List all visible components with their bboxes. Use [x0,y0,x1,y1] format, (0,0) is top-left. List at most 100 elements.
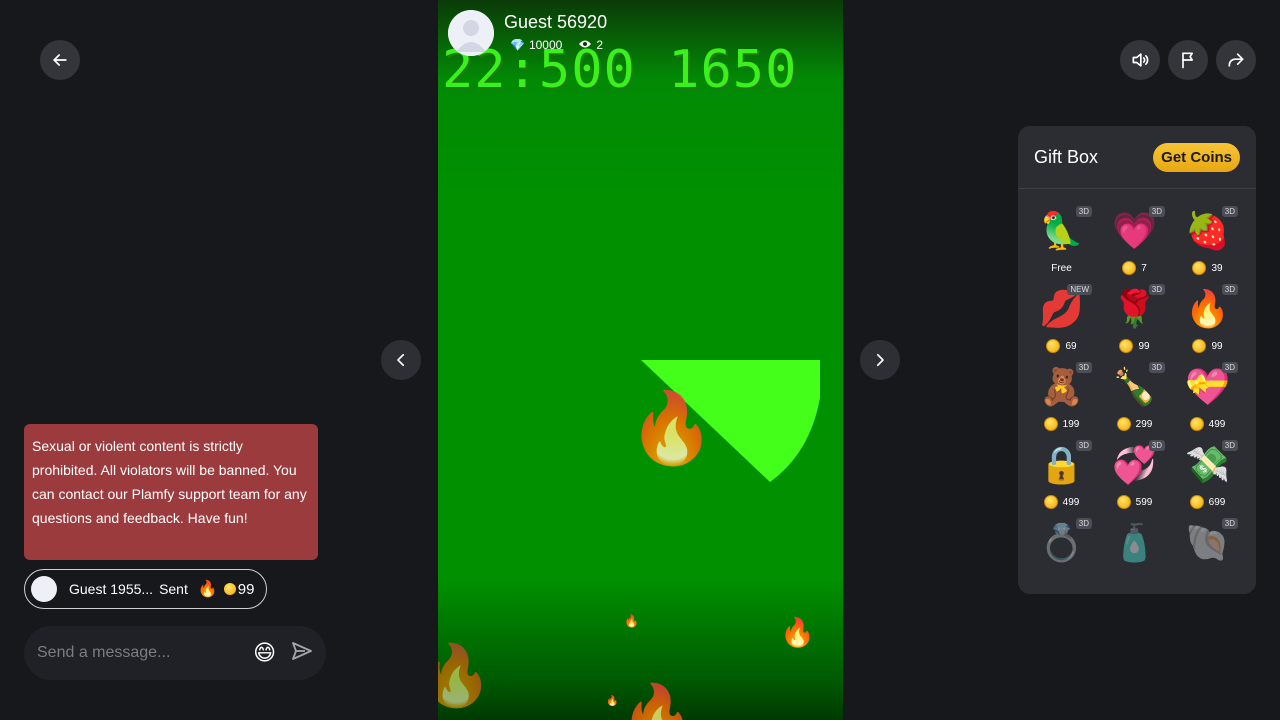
gift-box-title: Gift Box [1034,146,1099,167]
coin-icon [1116,495,1131,509]
gift-item[interactable]: 🔒 3D 499 [1025,437,1098,515]
coin-icon [1043,495,1058,509]
gift-box-panel: Gift Box Get Coins 🦜 3D Free 💗 3D 7 🍓 3D 39 💋 NEW 6… [1018,126,1256,594]
gift-price: 69 [1046,339,1077,353]
gift-badge: 3D [1148,206,1165,217]
gift-grid: 🦜 3D Free 💗 3D 7 🍓 3D 39 💋 NEW 69 🌹 3D 99 🔥 3D 99 🧸 3D 199 🍾 3… [1018,189,1256,593]
gift-price-value: 99 [1211,340,1223,352]
gift-price: 499 [1189,417,1225,431]
message-bar: 😄 [24,626,326,680]
flame-icon: 🔥 [606,696,619,707]
gift-price: 99 [1119,339,1150,353]
gift-item[interactable]: 💞 3D 599 [1098,437,1171,515]
gift-item[interactable]: 💋 NEW 69 [1025,281,1098,359]
gift-action-text: Sent [159,581,188,597]
report-button[interactable] [1168,40,1208,80]
gift-item[interactable]: 💍 3D [1025,515,1098,593]
gift-price-value: 99 [1138,340,1150,352]
user-avatar-icon [448,10,494,56]
gift-price-value: 499 [1062,496,1080,508]
gift-price: 599 [1116,495,1153,509]
gift-price-value: 199 [1062,418,1080,430]
gift-item[interactable]: 🍾 3D 299 [1098,359,1171,437]
gift-item[interactable]: 💗 3D 7 [1098,203,1171,281]
coin-icon [1119,339,1134,353]
message-input[interactable] [37,644,254,662]
coin-icon [1116,417,1131,431]
gift-badge: 3D [1148,362,1165,373]
eye-icon [578,38,592,52]
flame-icon: 🔥 [624,614,639,628]
share-icon [1228,53,1244,67]
gift-price-value: 7 [1141,262,1147,274]
gift-item[interactable]: 💸 3D 699 [1171,437,1244,515]
coin-icon [1192,261,1207,275]
gift-price-value: 69 [1065,340,1077,352]
diamond-icon: 💎 [510,38,525,52]
live-stream-page: 22:500 1650 🔥 🔥 🔥 🔥 🔥 🔥 Guest 56920 💎 10… [0,0,1280,720]
chevron-right-icon [876,353,884,367]
gift-badge: 3D [1075,440,1092,451]
gift-price: 99 [1192,339,1223,353]
gift-price-value: 599 [1135,496,1153,508]
gift-sent-message: Guest 1955... Sent 🔥 99 [24,569,268,609]
gift-badge: 3D [1221,518,1238,529]
flame-icon: 🔥 [780,617,815,648]
gift-item[interactable]: 🔥 3D 99 [1171,281,1244,359]
gift-item[interactable]: 🧴 [1098,515,1171,593]
gift-badge: 3D [1221,206,1238,217]
flag-icon [1182,52,1193,69]
gift-badge: NEW [1067,284,1092,295]
gift-item[interactable]: 🐚 3D [1171,515,1244,593]
gift-price-value: 39 [1211,262,1223,274]
speaker-icon [1132,53,1149,67]
gift-item[interactable]: 🌹 3D 99 [1098,281,1171,359]
gift-item[interactable]: 🍓 3D 39 [1171,203,1244,281]
gift-price-value: 699 [1208,496,1226,508]
gift-price: 699 [1189,495,1226,509]
send-button[interactable] [290,639,314,668]
back-button[interactable] [40,40,80,80]
gift-price: 499 [1043,495,1080,509]
coin-icon [1043,417,1058,431]
stream-video[interactable]: 22:500 1650 🔥 🔥 🔥 🔥 🔥 🔥 Guest 56920 💎 10… [438,0,843,720]
emoji-picker-icon[interactable]: 😄 [253,640,276,666]
gift-badge: 3D [1221,362,1238,373]
coin-icon [1189,417,1204,431]
next-stream-button[interactable] [860,340,900,380]
flame-icon: 🔥 [620,682,695,720]
streamer-name: Guest 56920 [504,12,608,32]
streamer-avatar[interactable] [448,10,494,56]
coin-icon [223,583,236,595]
gift-price-value: 299 [1135,418,1153,430]
gift-price-value: Free [1051,262,1072,274]
gift-price: 39 [1192,261,1223,275]
gift-image: 🧴 [1112,522,1157,563]
gift-badge: 3D [1075,206,1092,217]
avatar [31,576,57,602]
previous-stream-button[interactable] [381,340,421,380]
coin-icon [1122,261,1137,275]
diamond-count: 10000 [528,38,563,52]
arrow-left-icon [53,54,67,66]
gift-badge: 3D [1148,284,1165,295]
gift-price: 7 [1122,261,1147,275]
coin-icon [1192,339,1207,353]
gift-item[interactable]: 🦜 3D Free [1025,203,1098,281]
coin-icon [1189,495,1204,509]
gift-badge: 3D [1221,284,1238,295]
share-button[interactable] [1216,40,1256,80]
gift-amount: 99 [237,580,255,598]
flame-icon: 🔥 [197,581,218,598]
chevron-left-icon [397,353,405,367]
gift-price: 299 [1116,417,1153,431]
gift-item[interactable]: 🧸 3D 199 [1025,359,1098,437]
sender-name: Guest 1955... [69,581,154,597]
gift-item[interactable]: 💝 3D 499 [1171,359,1244,437]
viewer-count: 2 [596,38,604,52]
flame-icon: 🔥 [628,389,716,467]
sound-button[interactable] [1120,40,1160,80]
flame-icon: 🔥 [438,642,493,709]
gift-badge: 3D [1075,518,1092,529]
get-coins-button[interactable]: Get Coins [1153,142,1240,172]
